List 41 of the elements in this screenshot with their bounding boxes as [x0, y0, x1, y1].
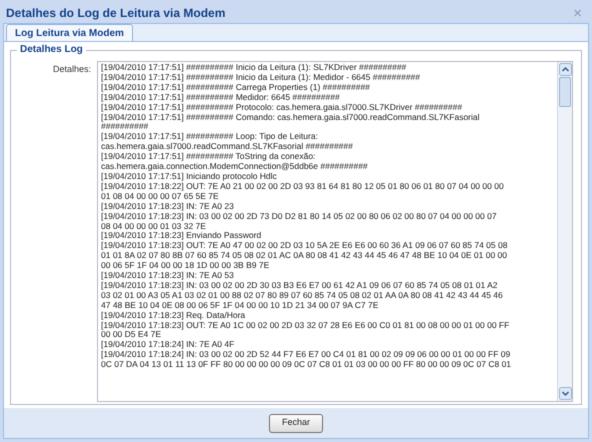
log-line: 00 06 5F 1F 04 00 00 18 1D 00 00 3B B9 7E: [101, 261, 270, 272]
log-line: 00 00 D5 E4 7E: [101, 330, 162, 340]
log-line: [19/04/2010 17:18:24] IN: 03 00 02 00 2D 52 44 F7 E6 E7 00 C4 01 81 00 02 09 09 06 00 00 01 00 00 FF 09: [101, 350, 512, 360]
log-line: [19/04/2010 17:18:23] IN: 7E A0 53: [101, 271, 235, 281]
field-label: Detalhes:: [52, 63, 91, 76]
log-line: [19/04/2010 17:18:24] IN: 7E A0 4F: [101, 340, 236, 350]
close-dialog-button[interactable]: Fechar: [269, 414, 323, 432]
log-line: [19/04/2010 17:17:51] ########## Comando: cas.hemera.gaia.sl7000.readCommand.SL7KFasorial: [101, 112, 481, 122]
log-line: 08 04 00 00 00 01 03 32 7E: [101, 222, 207, 232]
log-textarea[interactable]: [97, 61, 573, 402]
log-line: [19/04/2010 17:17:51] ########## ToString da conexão:: [101, 152, 316, 162]
log-line: [19/04/2010 17:17:51] ########## Inicio da Leitura (1): SL7KDriver ##########: [101, 63, 408, 73]
log-line: [19/04/2010 17:18:23] OUT: 7E A0 47 00 02 00 2D 03 10 5A 2E E6 E6 00 60 36 A1 09 06 07 60 85 74 05 08: [101, 241, 508, 252]
log-line: [19/04/2010 17:17:51] ########## Inicio da Leitura (1): Medidor - 6645 ##########: [101, 72, 421, 83]
log-line: [19/04/2010 17:18:22] OUT: 7E A0 21 00 02 00 2D 03 93 81 64 81 80 12 05 01 80 06 01 80 07 04 00 00 00: [101, 182, 505, 192]
log-line: 01 01 8A 02 07 80 8B 07 60 85 74 05 08 02 01 AC 0A 80 08 41 42 43 44 45 46 47 48 BE 10 04 0E 01 00 00: [101, 251, 508, 262]
fieldset-legend: Detalhes Log: [17, 44, 86, 56]
log-line: 0C 07 DA 04 13 01 11 13 0F FF 80 00 00 00 00 09 0C 07 C8 01 01 03 00 00 00 FF 80 00 00 09 0C 07 C8 01: [101, 360, 512, 370]
window-title: Detalhes do Log de Leitura via Modem: [6, 5, 226, 22]
log-line: [19/04/2010 17:18:23] Req. Data/Hora: [101, 310, 246, 321]
log-line: 01 08 04 00 00 00 07 65 5E 7E: [101, 192, 220, 202]
log-line: [19/04/2010 17:17:51] ########## Protocolo: cas.hemera.gaia.sl7000.SL7KDriver ##########: [101, 102, 464, 113]
log-line: [19/04/2010 17:17:51] ########## Medidor: 6645 ##########: [101, 92, 341, 103]
scrollbar[interactable]: [557, 62, 572, 401]
scroll-up-icon[interactable]: [559, 63, 572, 76]
log-line: [19/04/2010 17:18:23] IN: 03 00 02 00 2D 73 D0 D2 81 80 14 05 02 00 80 06 02 00 80 07 04 00 00 00 07: [101, 212, 498, 222]
scroll-down-icon[interactable]: [559, 387, 572, 400]
log-line: cas.hemera.gaia.sl7000.readCommand.SL7KFasorial ##########: [101, 142, 354, 152]
log-line: [19/04/2010 17:18:23] IN: 7E A0 23: [101, 202, 235, 212]
tab[interactable]: Log Leitura via Modem: [6, 24, 133, 41]
log-line: ##########: [101, 122, 148, 132]
log-line: cas.hemera.gaia.connection.ModemConnection@5ddb6e ##########: [101, 162, 369, 172]
log-line: [19/04/2010 17:18:23] Enviando Password: [101, 231, 262, 242]
log-line: [19/04/2010 17:17:51] Iniciando protocolo Hdlc: [101, 172, 277, 182]
log-line: [19/04/2010 17:18:23] IN: 03 00 02 00 2D 30 03 B3 E6 E7 00 61 42 A1 09 06 07 60 85 74 05 08 01 01 A2: [101, 280, 499, 291]
scroll-thumb[interactable]: [559, 77, 571, 107]
log-line: 47 48 BE 10 04 0E 08 00 06 5F 1F 04 00 00 10 1D 21 34 00 07 9A C7 7E: [101, 300, 380, 311]
log-line: [19/04/2010 17:17:51] ########## Carrega Properties (1) ##########: [101, 82, 371, 93]
log-line: [19/04/2010 17:18:23] OUT: 7E A0 1C 00 02 00 2D 03 32 07 28 E6 E6 00 C0 01 81 00 08 00 00 01 00 00 FF: [101, 320, 510, 330]
log-line: [19/04/2010 17:17:51] ########## Loop: Tipo de Leitura:: [101, 132, 319, 142]
log-line: 03 02 01 00 A3 05 A1 03 02 01 00 88 02 07 80 89 07 60 85 74 05 08 02 01 AA 0A 80 08 41 42 43 44 45 46: [101, 290, 504, 301]
